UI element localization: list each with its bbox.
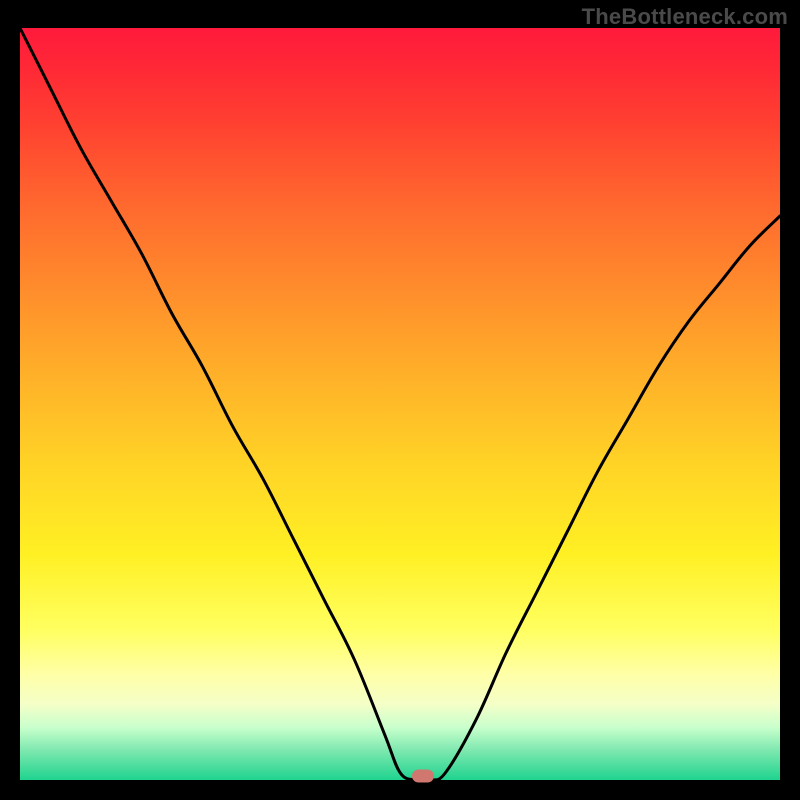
optimum-marker [412, 770, 434, 783]
bottleneck-curve [20, 28, 780, 780]
chart-frame: TheBottleneck.com [0, 0, 800, 800]
plot-area [20, 28, 780, 780]
curve-path [20, 28, 780, 780]
watermark-text: TheBottleneck.com [582, 4, 788, 30]
